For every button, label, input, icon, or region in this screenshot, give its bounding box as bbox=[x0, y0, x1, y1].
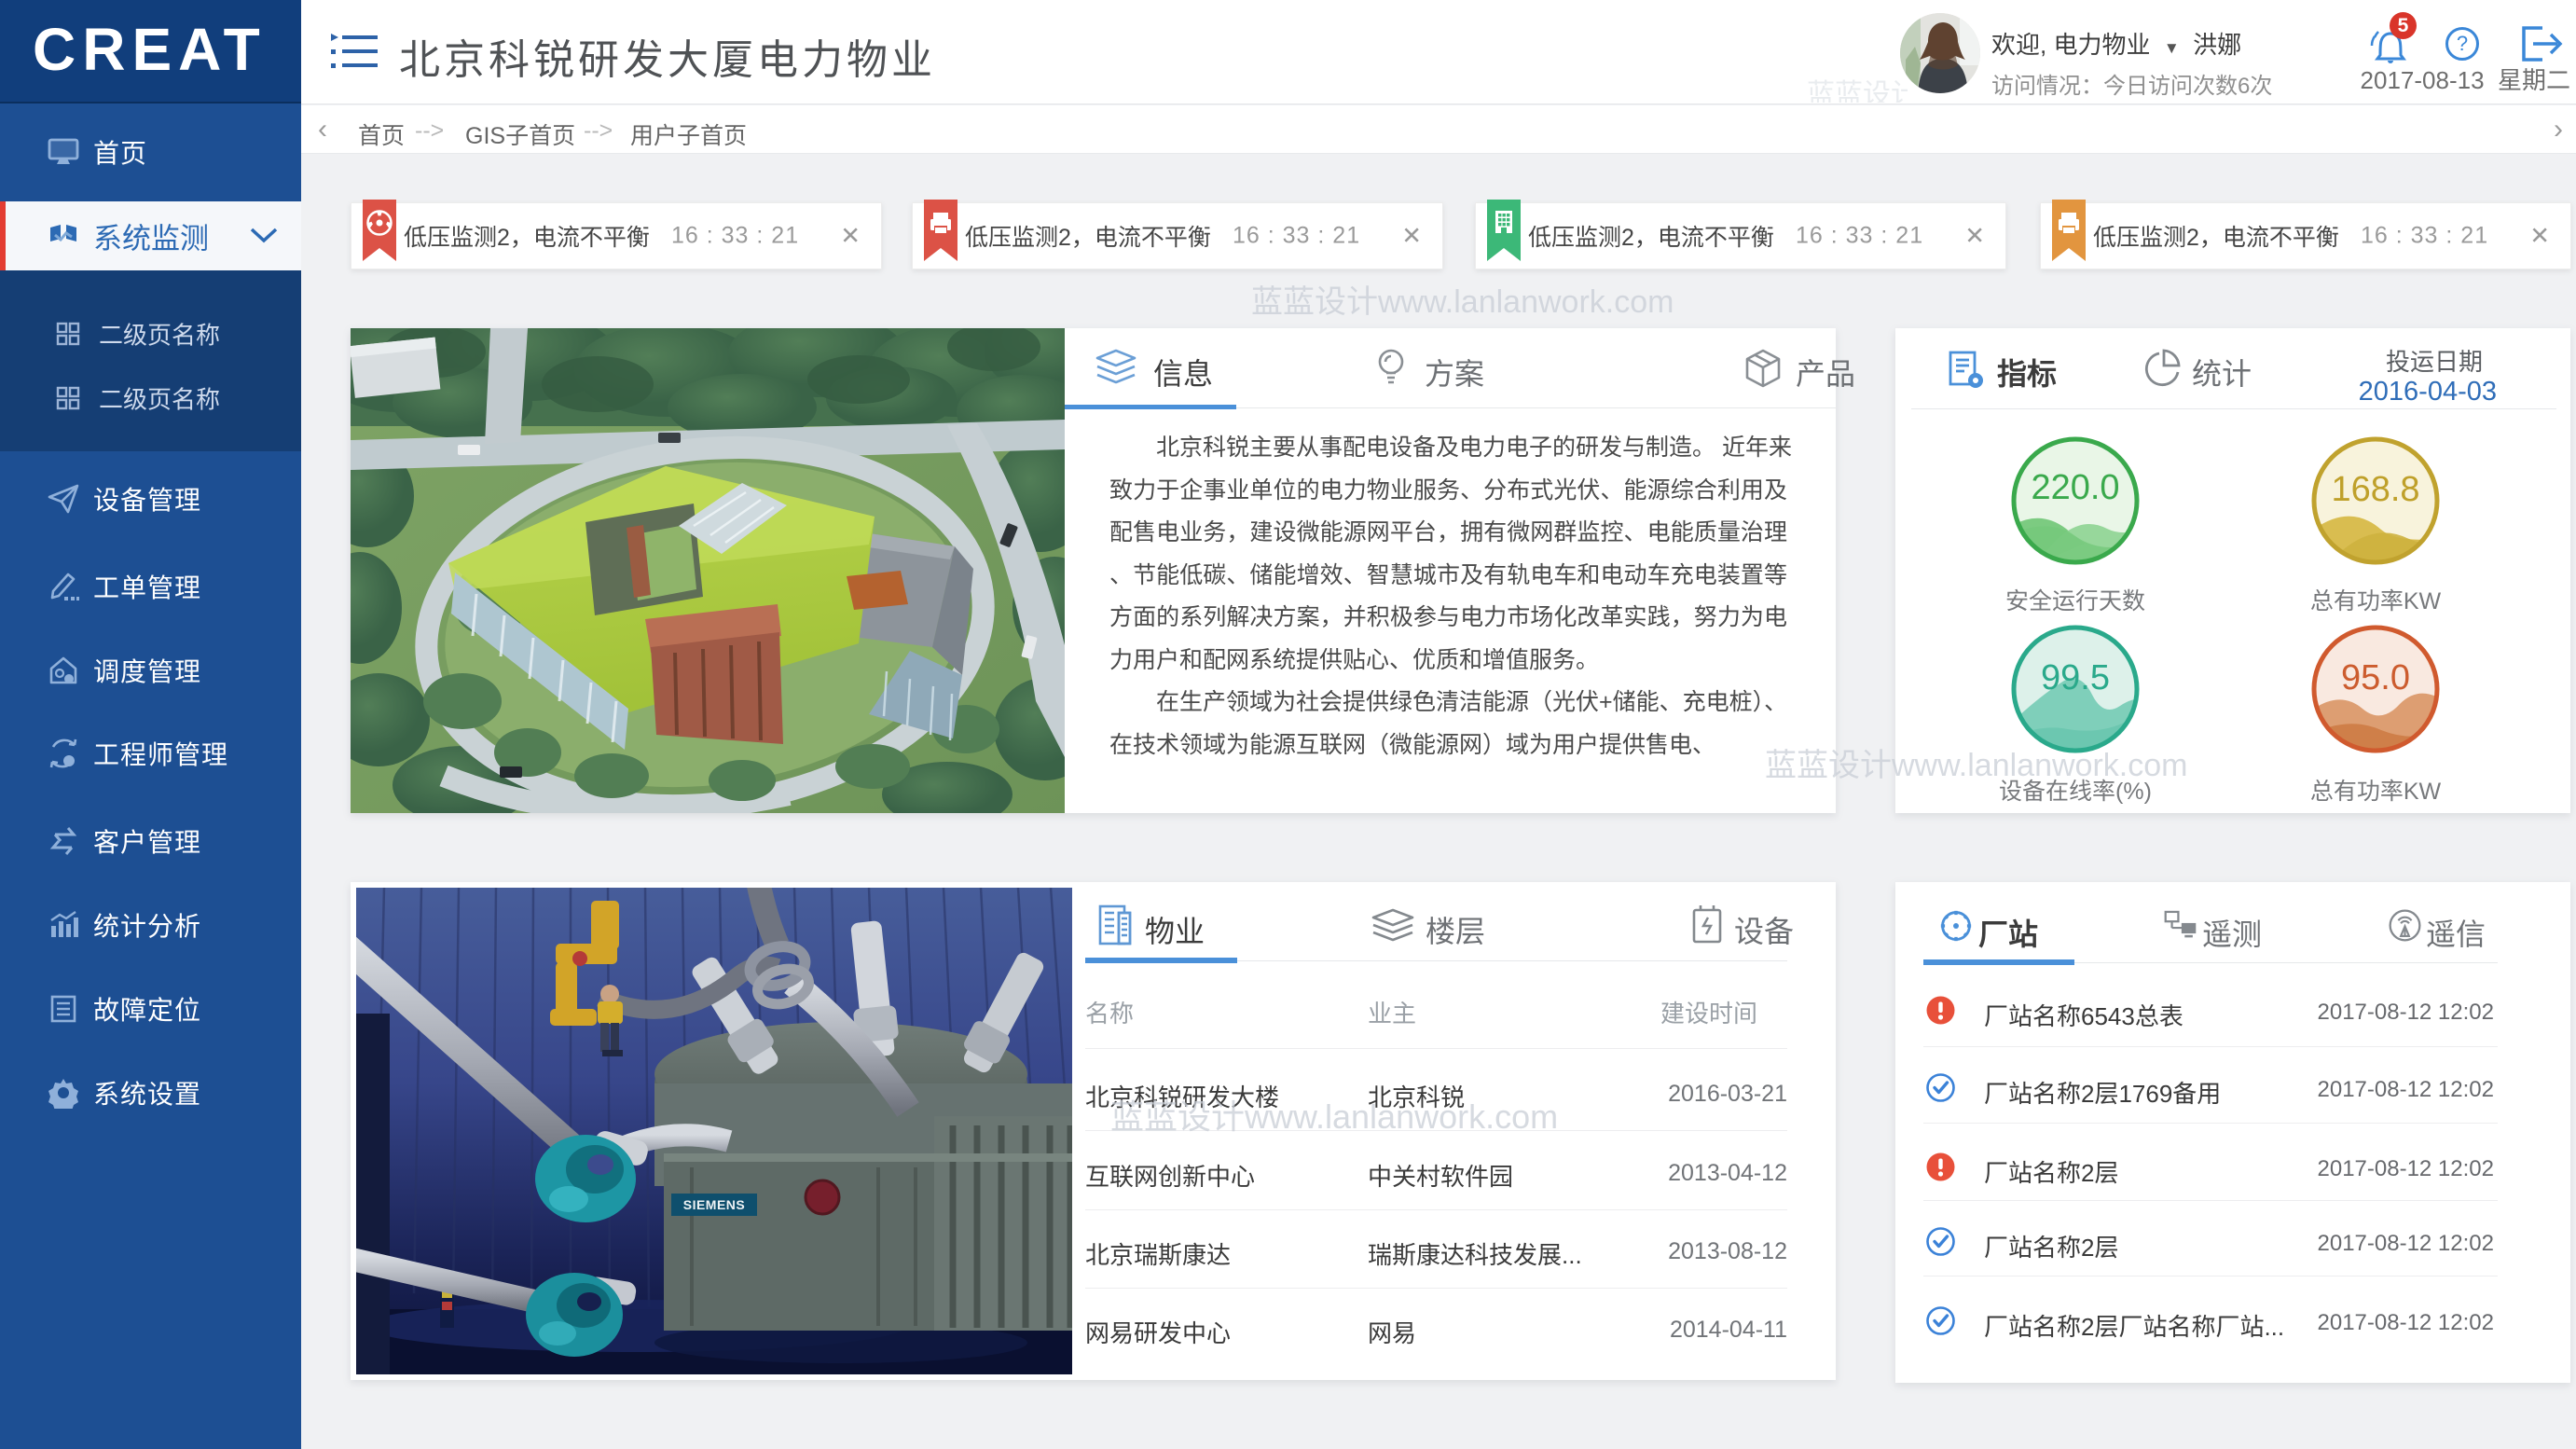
svg-text:168.8: 168.8 bbox=[2331, 470, 2419, 509]
svg-text:99.5: 99.5 bbox=[2041, 658, 2110, 697]
svg-text:220.0: 220.0 bbox=[2031, 468, 2119, 507]
svg-text:SIEMENS: SIEMENS bbox=[683, 1197, 746, 1212]
svg-text:95.0: 95.0 bbox=[2341, 658, 2410, 697]
svg-text:?: ? bbox=[2457, 32, 2468, 55]
